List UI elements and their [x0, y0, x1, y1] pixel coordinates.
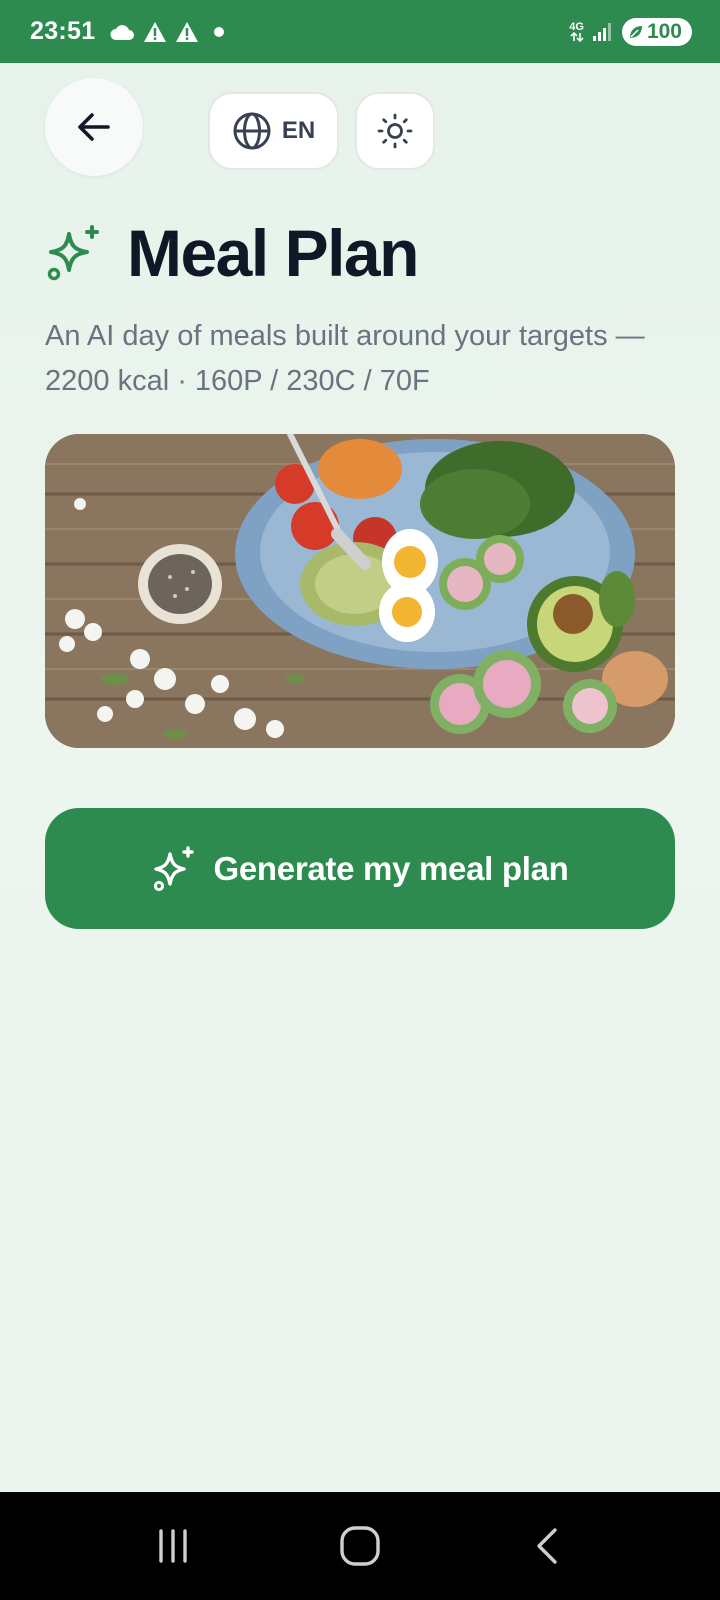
language-button[interactable]: EN	[208, 92, 339, 170]
theme-toggle-button[interactable]	[355, 92, 435, 170]
network-type: 4G	[569, 20, 584, 33]
battery-indicator: 100	[621, 17, 692, 46]
back-button[interactable]	[45, 78, 143, 176]
cloud-icon	[110, 24, 135, 40]
sun-icon	[377, 113, 413, 149]
data-arrows-icon	[570, 31, 584, 42]
language-label: EN	[281, 117, 316, 144]
page-subtitle: An AI day of meals built around your tar…	[45, 320, 645, 397]
sparkles-icon	[154, 845, 195, 891]
status-left: 23:51	[30, 17, 227, 46]
chevron-left-icon	[536, 1528, 557, 1564]
home-button[interactable]	[320, 1506, 400, 1586]
recent-apps-button[interactable]	[133, 1506, 213, 1586]
sparkles-icon	[47, 225, 99, 281]
hero-food-image	[45, 434, 675, 748]
warning-icon	[144, 21, 167, 42]
title-row: Meal Plan	[45, 215, 419, 291]
signal-icon	[592, 22, 611, 41]
battery-level: 100	[646, 19, 682, 43]
warning-icon	[176, 21, 199, 42]
system-back-button[interactable]	[507, 1506, 587, 1586]
leaf-icon	[629, 25, 642, 38]
dot-icon	[214, 26, 225, 37]
arrow-left-icon	[78, 113, 110, 141]
status-bar: 23:51 4G 100	[0, 0, 720, 63]
status-right: 4G 100	[569, 17, 692, 46]
status-time: 23:51	[30, 17, 96, 45]
globe-icon	[233, 112, 271, 150]
system-nav-bar	[0, 1492, 720, 1600]
generate-meal-plan-button[interactable]: Generate my meal plan	[45, 808, 675, 929]
network-indicator: 4G	[569, 20, 584, 42]
recent-apps-icon	[159, 1529, 188, 1563]
home-icon	[340, 1526, 380, 1566]
page-title: Meal Plan	[127, 216, 419, 290]
notification-icons	[109, 21, 227, 43]
generate-button-label: Generate my meal plan	[213, 849, 569, 887]
